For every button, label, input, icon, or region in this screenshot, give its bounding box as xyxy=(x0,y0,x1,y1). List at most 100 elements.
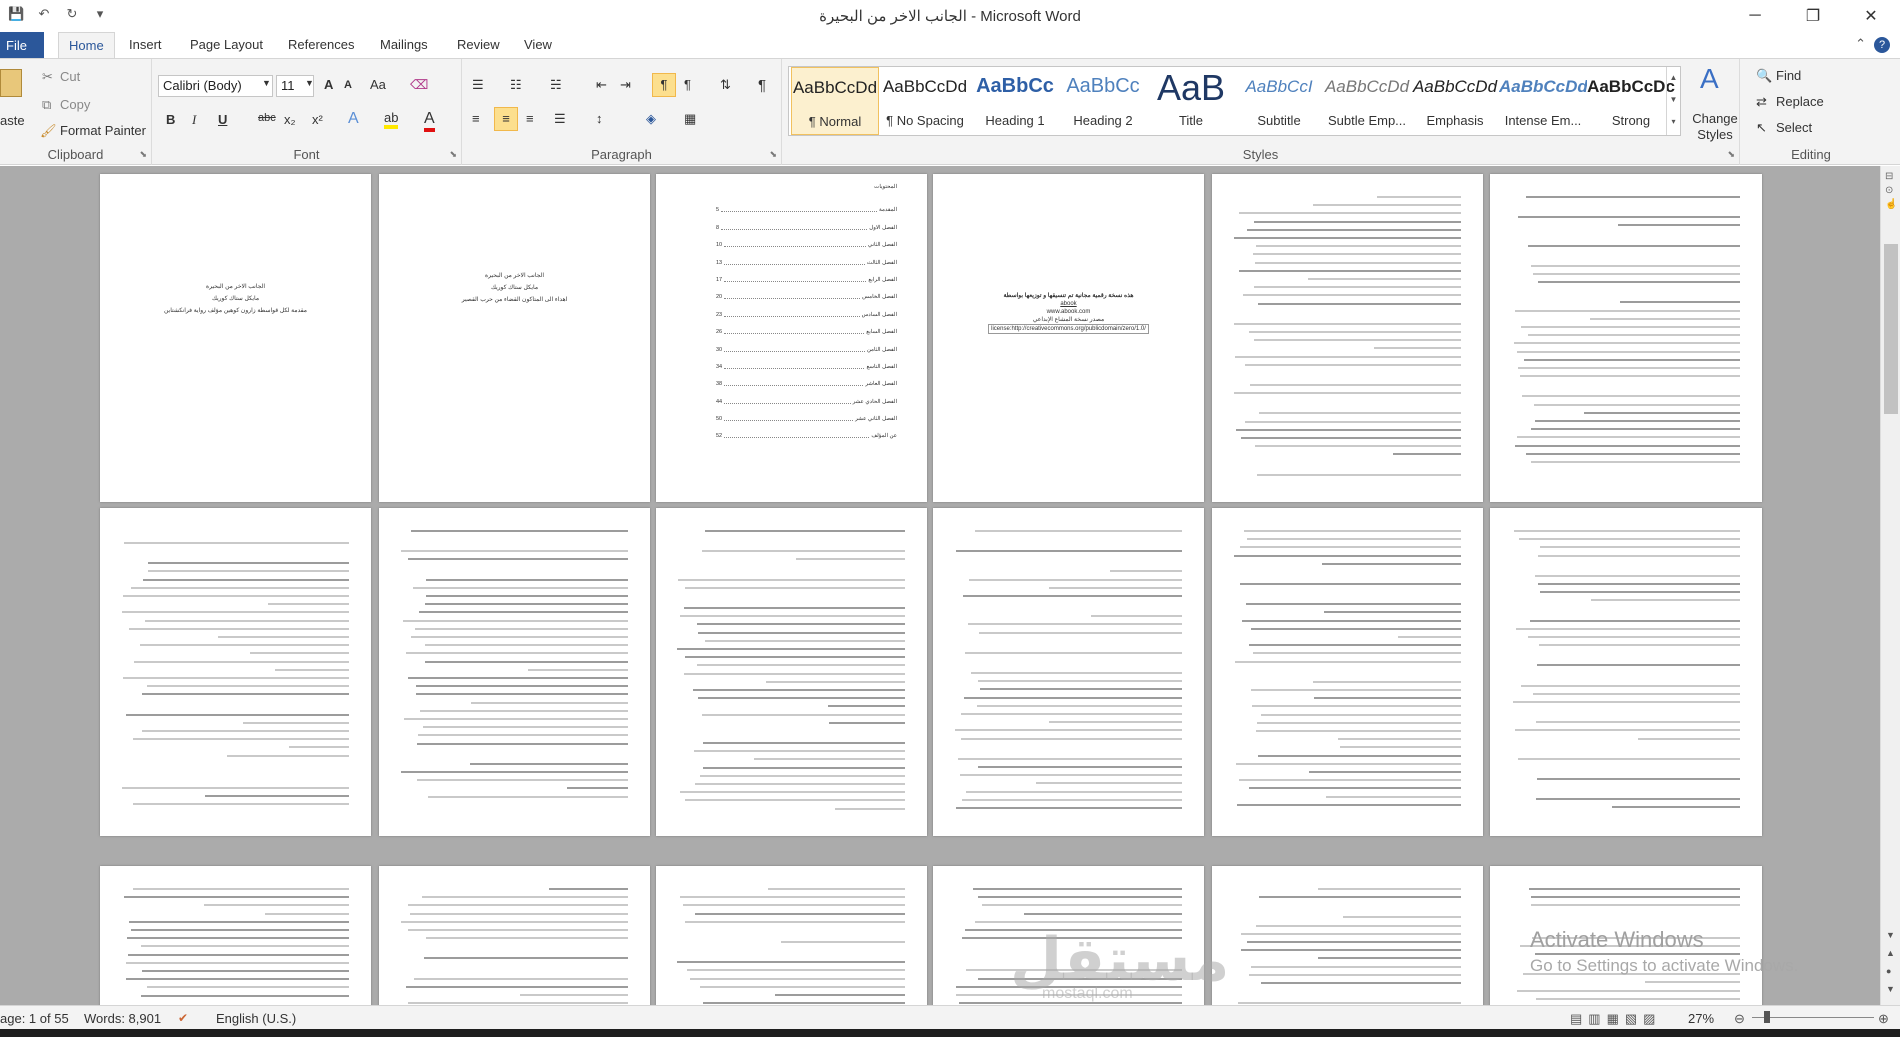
language[interactable]: English (U.S.) xyxy=(216,1011,296,1026)
vertical-scrollbar[interactable]: ⊟ ⊙ ☝ ▼ ▲ ● ▼ xyxy=(1880,166,1900,1005)
document-area[interactable]: الجانب الاخر من البحيرة مايكل ستاك كوريك… xyxy=(0,166,1880,1005)
highlight-icon[interactable]: ab xyxy=(384,110,399,129)
subscript-button[interactable]: x₂ xyxy=(284,112,296,127)
view-mode-icons[interactable]: ▤▥▦▧▨ xyxy=(1570,1011,1661,1027)
increase-indent-icon[interactable]: ⇥ xyxy=(620,77,631,93)
shrink-font-icon[interactable]: A xyxy=(344,79,352,91)
style-subtitle[interactable]: AaBbCcI Subtitle xyxy=(1235,67,1323,135)
page-count[interactable]: age: 1 of 55 xyxy=(0,1011,69,1026)
ltr-direction-icon[interactable]: ¶ xyxy=(652,73,676,97)
toc-entry[interactable]: الفصل السادس 23 xyxy=(716,300,897,318)
shading-icon[interactable]: ◈ xyxy=(646,111,656,127)
superscript-button[interactable]: x² xyxy=(312,112,323,127)
tab-home[interactable]: Home xyxy=(58,32,115,59)
cut-button[interactable]: Cut xyxy=(60,69,80,84)
style-normal[interactable]: AaBbCcDd ¶ Normal xyxy=(791,67,879,135)
license-line-2[interactable]: abook xyxy=(933,300,1204,308)
license-line-5[interactable]: license:http://creativecommons.org/publi… xyxy=(988,324,1149,334)
styles-scroll-icon[interactable]: ▲ ▼ ▾ xyxy=(1666,67,1680,135)
style-no-spacing[interactable]: AaBbCcDd ¶ No Spacing xyxy=(881,67,969,135)
style-title[interactable]: AaB Title xyxy=(1147,67,1235,135)
zoom-in-icon[interactable]: ⊕ xyxy=(1878,1011,1889,1027)
tab-references[interactable]: References xyxy=(288,37,354,52)
font-size-dropdown-icon[interactable]: ▼ xyxy=(305,78,314,88)
sort-icon[interactable]: ⇅ xyxy=(720,77,731,93)
toc-entry[interactable]: الفصل الثاني عشر 50 xyxy=(716,405,897,422)
text-effects-icon[interactable]: A xyxy=(348,110,359,128)
rtl-direction-icon[interactable]: ¶ xyxy=(684,77,691,92)
font-color-icon[interactable]: A xyxy=(424,110,435,132)
copy-button[interactable]: Copy xyxy=(60,97,90,112)
style-intense-emphasis[interactable]: AaBbCcDd Intense Em... xyxy=(1499,67,1587,135)
font-launcher-icon[interactable]: ⬊ xyxy=(449,149,457,160)
strikethrough-button[interactable]: abc xyxy=(258,112,276,124)
tab-review[interactable]: Review xyxy=(457,37,500,52)
tab-file[interactable]: File xyxy=(0,32,44,58)
font-name-box[interactable]: Calibri (Body) xyxy=(158,75,273,97)
restore-button[interactable]: ❐ xyxy=(1784,0,1842,32)
collapse-ribbon-icon[interactable]: ⌃ xyxy=(1855,36,1874,51)
toc-entry[interactable]: الفصل الخامس 20 xyxy=(716,283,897,300)
show-marks-icon[interactable]: ¶ xyxy=(758,77,766,94)
style-heading-2[interactable]: AaBbCc Heading 2 xyxy=(1059,67,1147,135)
bullets-icon[interactable]: ☰ xyxy=(472,77,484,93)
style-heading-1[interactable]: AaBbCc Heading 1 xyxy=(971,67,1059,135)
toc-entry[interactable]: الفصل السابع 26 xyxy=(716,318,897,335)
toc-entry[interactable]: الفصل الثاني 10 xyxy=(716,231,897,248)
paragraph-launcher-icon[interactable]: ⬊ xyxy=(769,149,777,160)
toc-entry[interactable]: الفصل العاشر 38 xyxy=(716,370,897,387)
align-right-icon[interactable]: ≡ xyxy=(526,111,534,126)
toc-entry[interactable]: الفصل التاسع 34 xyxy=(716,353,897,370)
tab-view[interactable]: View xyxy=(524,37,552,52)
justify-icon[interactable]: ☰ xyxy=(554,111,566,127)
page-nav-icons[interactable]: ▼ ▲ ● ▼ xyxy=(1886,926,1895,998)
change-styles-button[interactable]: Change Styles xyxy=(1690,111,1740,143)
tab-mailings[interactable]: Mailings xyxy=(380,37,428,52)
line-spacing-icon[interactable]: ↕ xyxy=(596,111,603,126)
toc-entry[interactable]: عن المؤلف 52 xyxy=(716,422,897,439)
help-icon[interactable]: ? xyxy=(1874,37,1890,53)
ruler-toggle-icon[interactable]: ⊟ ⊙ ☝ xyxy=(1885,170,1897,212)
bold-button[interactable]: B xyxy=(166,112,175,127)
toc-entry[interactable]: الفصل الحادي عشر 44 xyxy=(716,387,897,405)
style-subtle-emphasis[interactable]: AaBbCcDd Subtle Emp... xyxy=(1323,67,1411,135)
zoom-slider[interactable] xyxy=(1752,1017,1874,1018)
paste-button[interactable]: aste xyxy=(0,113,25,128)
license-line-3[interactable]: www.abook.com xyxy=(933,308,1204,316)
decrease-indent-icon[interactable]: ⇤ xyxy=(596,77,607,93)
toc-entry[interactable]: الفصل الاول 8 xyxy=(716,213,897,231)
align-center-icon[interactable]: ≡ xyxy=(494,107,518,131)
styles-launcher-icon[interactable]: ⬊ xyxy=(1727,149,1735,160)
zoom-level[interactable]: 27% xyxy=(1688,1011,1714,1026)
word-count[interactable]: Words: 8,901 xyxy=(84,1011,161,1026)
format-painter-button[interactable]: Format Painter xyxy=(60,123,146,138)
paste-icon[interactable] xyxy=(0,69,22,97)
zoom-slider-thumb[interactable] xyxy=(1764,1011,1770,1023)
proofing-icon[interactable]: ✔ xyxy=(178,1011,188,1025)
change-case-icon[interactable]: Aa xyxy=(370,77,386,92)
tab-insert[interactable]: Insert xyxy=(129,37,162,52)
style-emphasis[interactable]: AaBbCcDd Emphasis xyxy=(1411,67,1499,135)
tab-page-layout[interactable]: Page Layout xyxy=(190,37,263,52)
toc-entry[interactable]: المقدمة 5 xyxy=(716,196,897,213)
font-name-dropdown-icon[interactable]: ▼ xyxy=(262,78,271,88)
find-button[interactable]: Find xyxy=(1776,68,1801,83)
italic-button[interactable]: I xyxy=(192,112,196,128)
borders-icon[interactable]: ▦ xyxy=(684,111,696,127)
multilevel-list-icon[interactable]: ☵ xyxy=(550,77,562,93)
toc-entry[interactable]: الفصل الثامن 30 xyxy=(716,335,897,353)
zoom-out-icon[interactable]: ⊖ xyxy=(1734,1011,1745,1027)
close-button[interactable]: ✕ xyxy=(1842,0,1900,32)
grow-font-icon[interactable]: A xyxy=(324,77,333,92)
underline-button[interactable]: U xyxy=(218,112,227,127)
scrollbar-thumb[interactable] xyxy=(1884,244,1898,414)
toc-entry[interactable]: الفصل الرابع 17 xyxy=(716,266,897,283)
align-left-icon[interactable]: ≡ xyxy=(472,111,480,126)
replace-button[interactable]: Replace xyxy=(1776,94,1824,109)
minimize-button[interactable]: ─ xyxy=(1726,0,1784,32)
clear-formatting-icon[interactable]: ⌫ xyxy=(410,77,428,93)
style-strong[interactable]: AaBbCcDc Strong xyxy=(1587,67,1675,135)
toc-entry[interactable]: الفصل الثالث 13 xyxy=(716,248,897,266)
select-button[interactable]: Select xyxy=(1776,120,1812,135)
numbering-icon[interactable]: ☷ xyxy=(510,77,522,93)
